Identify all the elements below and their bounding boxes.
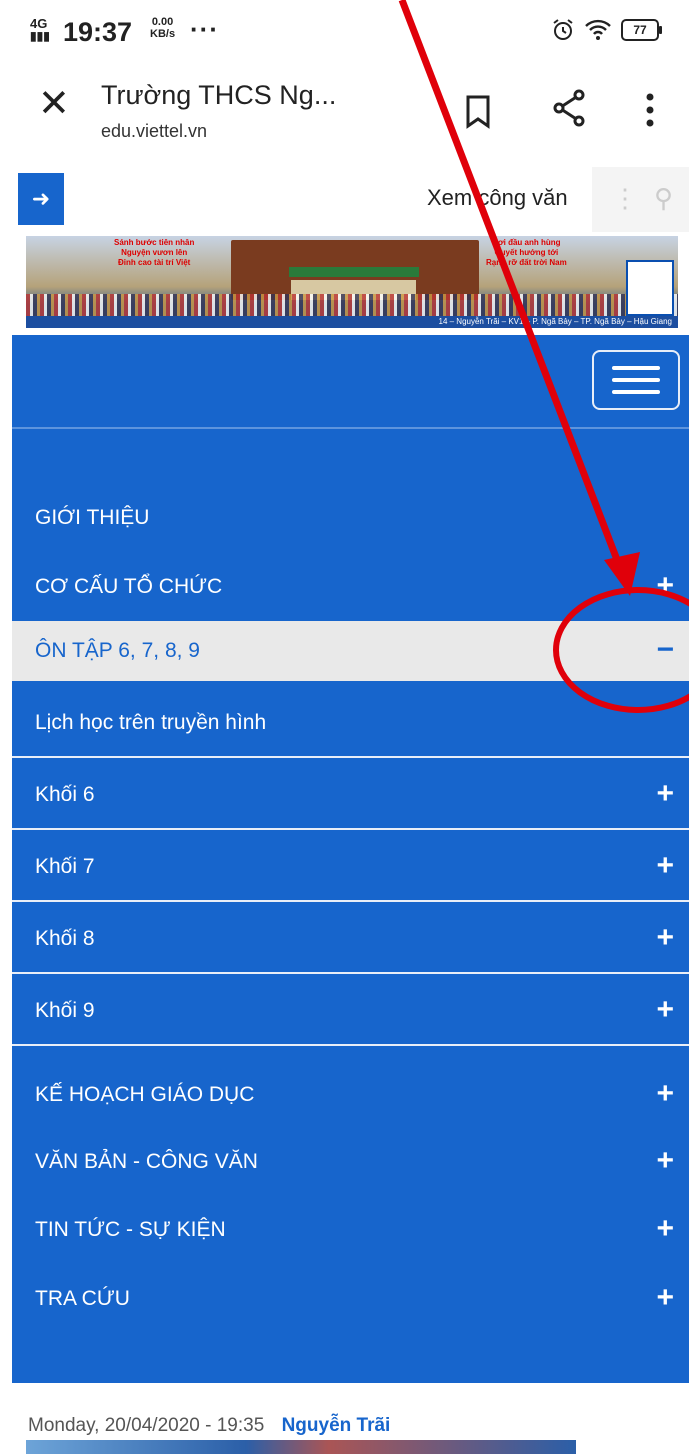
school-gate-image xyxy=(231,240,479,300)
expand-icon[interactable]: + xyxy=(656,923,674,953)
browser-toolbar: ✕ Trường THCS Ng... edu.viettel.vn xyxy=(0,64,689,156)
expand-icon[interactable]: + xyxy=(656,1283,674,1313)
collapse-icon[interactable]: − xyxy=(656,635,674,665)
search-icon[interactable]: ⚲ xyxy=(654,183,673,214)
menu-item-on-tap[interactable]: ÔN TẬP 6, 7, 8, 9 − xyxy=(12,621,689,681)
menu-item-tin-tuc-su-kien[interactable]: TIN TỨC - SỰ KIỆN + xyxy=(12,1200,689,1260)
school-logo xyxy=(626,260,674,316)
expand-icon[interactable]: + xyxy=(656,995,674,1025)
network-speed: 0.00 KB/s xyxy=(150,16,176,40)
login-icon: ➜ xyxy=(31,186,51,211)
expand-icon[interactable]: + xyxy=(656,851,674,881)
main-navigation: GIỚI THIỆU CƠ CẤU TỔ CHỨC + ÔN TẬP 6, 7,… xyxy=(12,335,689,1383)
author-link[interactable]: Nguyễn Trãi xyxy=(282,1415,391,1436)
submenu-item-khoi-9[interactable]: Khối 9 + xyxy=(12,976,689,1046)
battery-icon: 77 xyxy=(621,19,662,41)
current-date: Monday, 20/04/2020 - 19:35 xyxy=(28,1415,265,1436)
menu-item-gioi-thieu[interactable]: GIỚI THIỆU xyxy=(12,488,689,548)
status-bar: 4G ▮▮▮ 19:37 0.00 KB/s ··· 77 xyxy=(0,0,689,64)
submenu-item-lich-hoc[interactable]: Lịch học trên truyền hình xyxy=(12,688,689,758)
bottom-image xyxy=(26,1440,576,1454)
close-icon[interactable]: ✕ xyxy=(38,84,70,124)
xem-cong-van-link[interactable]: Xem công văn xyxy=(427,185,568,211)
expand-icon[interactable]: + xyxy=(656,1214,674,1244)
expand-icon[interactable]: + xyxy=(656,1079,674,1109)
alarm-icon xyxy=(553,19,573,40)
page-title: Trường THCS Ng... xyxy=(101,80,337,110)
more-vert-icon[interactable] xyxy=(644,92,656,128)
page-url: edu.viettel.vn xyxy=(101,121,208,141)
login-button[interactable]: ➜ xyxy=(18,173,64,225)
menu-item-co-cau-to-chuc[interactable]: CƠ CẤU TỔ CHỨC + xyxy=(12,557,689,617)
divider xyxy=(12,427,689,429)
status-icons: 77 xyxy=(551,18,662,42)
more-notifications: ··· xyxy=(190,14,219,44)
menu-toggle-button[interactable] xyxy=(592,350,680,410)
expand-icon[interactable]: + xyxy=(656,779,674,809)
date-line: Monday, 20/04/2020 - 19:35 Nguyễn Trãi xyxy=(28,1415,390,1437)
expand-icon[interactable]: + xyxy=(656,1146,674,1176)
menu-item-tra-cuu[interactable]: TRA CỨU + xyxy=(12,1269,689,1329)
menu-item-van-ban-cong-van[interactable]: VĂN BẢN - CÔNG VĂN + xyxy=(12,1132,689,1192)
site-top-bar: ➜ Xem công văn ⋮ ⚲ xyxy=(12,167,689,232)
submenu-item-khoi-7[interactable]: Khối 7 + xyxy=(12,832,689,902)
top-bar-tools: ⋮ ⚲ xyxy=(592,167,689,232)
expand-icon[interactable]: + xyxy=(656,571,674,601)
banner-slogan-right: Nơi đầu anh hùng Quyết hướng tới Rạng rỡ… xyxy=(486,238,567,267)
wifi-icon xyxy=(585,19,611,40)
bookmark-icon[interactable] xyxy=(464,94,492,130)
school-banner: Sánh bước tiên nhân Nguyện vươn lên Đỉnh… xyxy=(26,236,678,328)
share-icon[interactable] xyxy=(552,88,586,128)
banner-address: 14 – Nguyễn Trãi – KV1 – P. Ngã Bảy – TP… xyxy=(26,316,678,328)
signal-indicator: 4G ▮▮▮ xyxy=(30,16,50,43)
submenu-item-khoi-6[interactable]: Khối 6 + xyxy=(12,760,689,830)
clock: 19:37 xyxy=(63,17,133,47)
submenu-item-khoi-8[interactable]: Khối 8 + xyxy=(12,904,689,974)
menu-item-ke-hoach-giao-duc[interactable]: KẾ HOẠCH GIÁO DỤC + xyxy=(12,1065,689,1125)
banner-slogan-left: Sánh bước tiên nhân Nguyện vươn lên Đỉnh… xyxy=(114,238,195,267)
divider-icon: ⋮ xyxy=(612,183,638,213)
